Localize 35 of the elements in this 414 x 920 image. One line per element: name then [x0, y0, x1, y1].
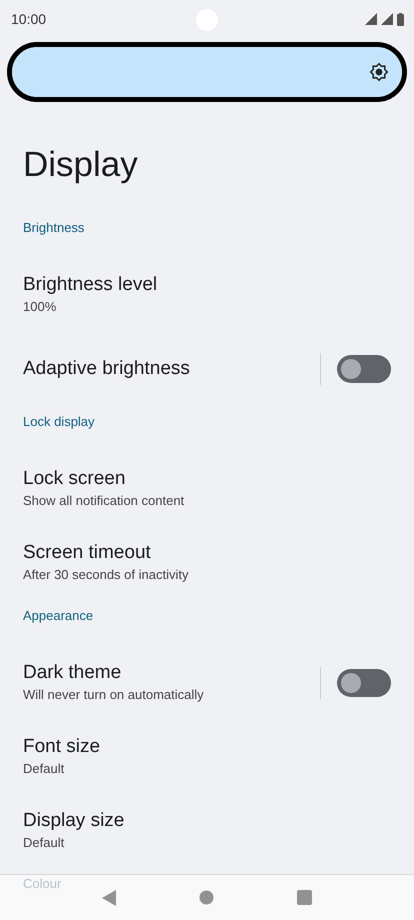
section-header: Colour — [23, 875, 62, 893]
home-icon[interactable] — [198, 890, 214, 905]
item-title: Adaptive brightness — [23, 358, 191, 380]
signal-icon — [365, 13, 377, 25]
settings-item[interactable]: Font size Default — [0, 720, 414, 794]
item-summary: Show all notification content — [23, 492, 186, 510]
item-title: Dark theme — [23, 662, 122, 685]
section-header: Lock display — [23, 413, 95, 431]
brightness-icon — [370, 63, 388, 81]
section-header: Brightness — [23, 219, 84, 237]
settings-item[interactable]: Dark theme Will never turn on automatically — [0, 646, 414, 720]
recents-icon[interactable] — [297, 890, 312, 905]
back-icon[interactable] — [102, 890, 116, 906]
settings-item[interactable]: Brightness level 100% — [0, 258, 414, 332]
toggle-switch[interactable] — [337, 355, 391, 383]
item-title: Brightness level — [23, 274, 158, 297]
item-summary: After 30 seconds of inactivity — [23, 566, 190, 584]
page-title: Display — [23, 144, 139, 186]
toggle-switch[interactable] — [337, 669, 391, 697]
signal-icon — [381, 13, 393, 25]
item-title: Lock screen — [23, 468, 126, 491]
item-title: Display size — [23, 810, 126, 833]
section-header: Appearance — [23, 607, 94, 625]
settings-item[interactable]: Adaptive brightness — [0, 332, 414, 406]
settings-item[interactable]: Display size Default — [0, 794, 414, 868]
item-title: Screen timeout — [23, 542, 152, 565]
item-title: Font size — [23, 736, 102, 759]
item-summary: Default — [23, 834, 66, 852]
item-summary: Default — [23, 760, 66, 778]
settings-item[interactable]: Lock screen Show all notification content — [0, 452, 414, 526]
item-summary: Will never turn on automatically — [23, 686, 205, 704]
item-summary: 100% — [23, 298, 58, 316]
battery-icon — [397, 12, 404, 26]
status-time: 10:00 — [11, 10, 46, 28]
settings-item[interactable]: Screen timeout After 30 seconds of inactivity — [0, 526, 414, 600]
